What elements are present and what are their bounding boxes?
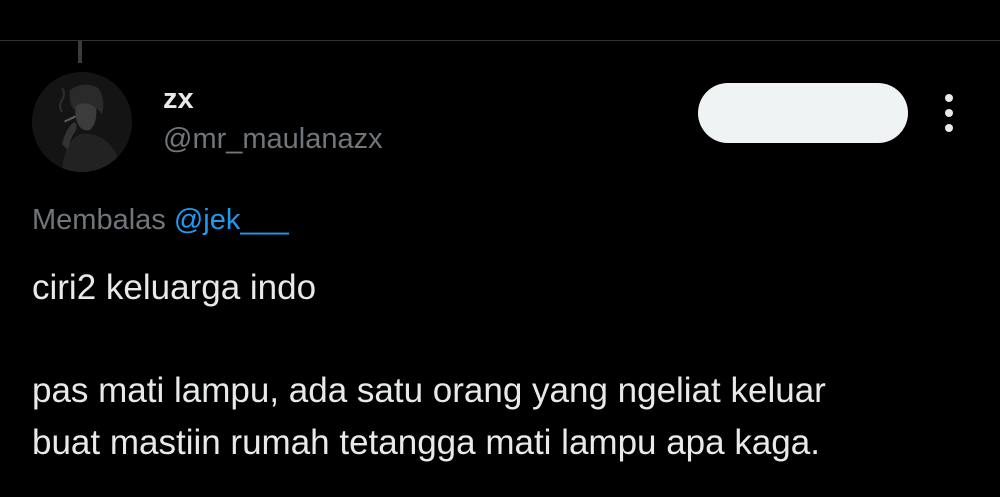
tweet-text-line: ciri2 keluarga indo bbox=[32, 268, 317, 307]
author-display-name[interactable]: zx bbox=[163, 82, 194, 116]
more-dot-top bbox=[945, 94, 953, 102]
follow-button[interactable]: Follow bbox=[698, 83, 908, 143]
reply-prefix: Membalas bbox=[32, 204, 174, 236]
more-dot-middle bbox=[945, 109, 953, 117]
tweet-text-line: pas mati lampu, ada satu orang yang ngel… bbox=[32, 371, 826, 410]
top-divider bbox=[0, 40, 1000, 41]
avatar-image bbox=[32, 72, 132, 172]
tweet-text-line: buat mastiin rumah tetangga mati lampu a… bbox=[32, 423, 820, 462]
reply-mention-link[interactable]: @jek___ bbox=[174, 204, 289, 236]
reply-context: Membalas @jek___ bbox=[32, 201, 289, 239]
avatar[interactable] bbox=[32, 72, 132, 172]
more-vertical-icon[interactable] bbox=[934, 90, 964, 136]
more-dot-bottom bbox=[945, 124, 953, 132]
author-handle[interactable]: @mr_maulanazx bbox=[163, 122, 383, 156]
thread-connector-line bbox=[78, 41, 82, 63]
